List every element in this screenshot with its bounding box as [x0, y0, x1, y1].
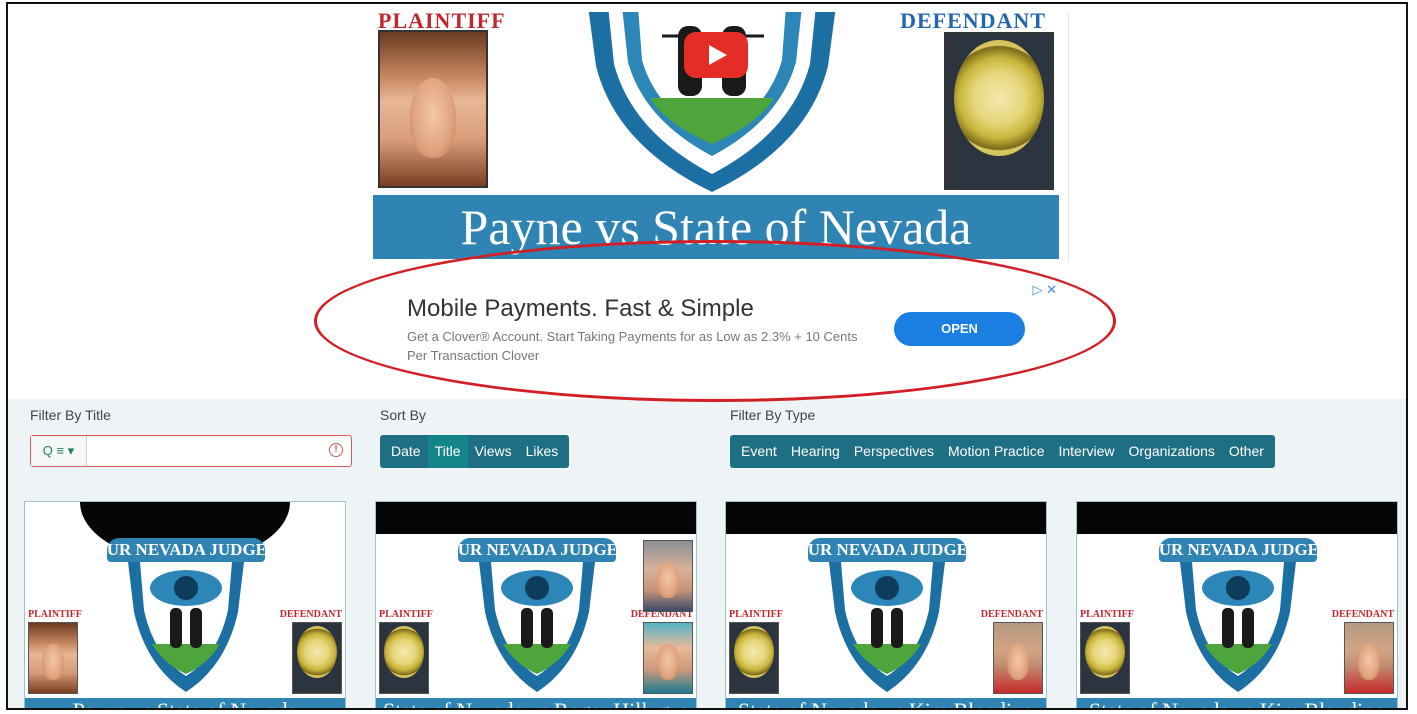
card-brand: OUR NEVADA JUDGES	[794, 540, 978, 559]
defendant-photo-thumb	[993, 622, 1043, 694]
video-card[interactable]: OUR NEVADA JUDGES PLAINTIFF DEFENDANT St…	[375, 501, 697, 708]
defendant-seal-thumb	[292, 622, 342, 694]
sort-by-label: Sort By	[380, 407, 426, 423]
defendant-photo-thumb	[643, 540, 693, 612]
hero-title-banner: Payne vs State of Nevada	[373, 195, 1059, 259]
type-interview-button[interactable]: Interview	[1051, 435, 1121, 468]
type-other-button[interactable]: Other	[1222, 435, 1271, 468]
type-motion-practice-button[interactable]: Motion Practice	[941, 435, 1051, 468]
video-card[interactable]: OUR NEVADA JUDGES PLAINTIFF DEFENDANT Pa…	[24, 501, 346, 708]
plaintiff-seal-thumb	[1080, 622, 1130, 694]
type-hearing-button[interactable]: Hearing	[784, 435, 847, 468]
type-filter-group: Event Hearing Perspectives Motion Practi…	[730, 435, 1275, 468]
type-organizations-button[interactable]: Organizations	[1122, 435, 1222, 468]
card-title[interactable]: State of Nevada vs Kim Blandino	[1077, 698, 1397, 708]
sort-date-button[interactable]: Date	[384, 435, 428, 468]
card-plaintiff-label: PLAINTIFF	[729, 609, 783, 620]
title-search-input[interactable]: Q ≡ ▾ !	[30, 435, 352, 467]
card-plaintiff-label: PLAINTIFF	[28, 609, 82, 620]
card-plaintiff-label: PLAINTIFF	[379, 609, 433, 620]
youtube-play-icon[interactable]	[684, 32, 748, 78]
card-top-bar	[1077, 502, 1397, 534]
defendant-photo-thumb	[1344, 622, 1394, 694]
sort-button-group: Date Title Views Likes	[380, 435, 570, 468]
judges-eye-shield-icon	[479, 562, 595, 692]
card-title[interactable]: Payne vs State of Nevada	[25, 698, 345, 708]
card-top-bar	[376, 502, 696, 534]
type-event-button[interactable]: Event	[734, 435, 784, 468]
filter-by-title-label: Filter By Title	[30, 407, 111, 423]
card-plaintiff-label: PLAINTIFF	[1080, 609, 1134, 620]
ad-description: Get a Clover® Account. Start Taking Paym…	[407, 329, 858, 363]
ad-title[interactable]: Mobile Payments. Fast & Simple	[407, 295, 754, 323]
sort-title-button[interactable]: Title	[427, 435, 468, 468]
search-mode-dropdown[interactable]: Q ≡ ▾	[31, 436, 87, 466]
ad-choices-close-icon[interactable]: ▷ ✕	[1032, 282, 1057, 298]
card-defendant-label: DEFENDANT	[279, 609, 342, 620]
defendant-photo-thumb	[643, 622, 693, 694]
card-defendant-label: DEFENDANT	[980, 609, 1043, 620]
card-top-bar	[726, 502, 1046, 534]
card-brand: OUR NEVADA JUDGES	[1145, 540, 1329, 559]
sort-views-button[interactable]: Views	[468, 435, 519, 468]
plaintiff-photo	[378, 30, 488, 188]
video-card[interactable]: OUR NEVADA JUDGES PLAINTIFF DEFENDANT St…	[1076, 501, 1398, 708]
advertisement[interactable]: Mobile Payments. Fast & Simple Get a Clo…	[373, 279, 1061, 379]
type-perspectives-button[interactable]: Perspectives	[847, 435, 941, 468]
ad-open-button[interactable]: OPEN	[894, 312, 1025, 346]
sort-likes-button[interactable]: Likes	[519, 435, 566, 468]
defendant-seal-photo	[944, 32, 1054, 190]
judges-eye-shield-icon	[128, 562, 244, 692]
plaintiff-seal-thumb	[379, 622, 429, 694]
plaintiff-seal-thumb	[729, 622, 779, 694]
validation-warning-icon: !	[329, 443, 343, 457]
card-title[interactable]: State of Nevada vs Kim Blandino	[726, 698, 1046, 708]
featured-video[interactable]: PLAINTIFF DEFENDANT Payne vs State of Ne…	[356, 12, 1069, 262]
hero-defendant-label: DEFENDANT	[900, 12, 1046, 33]
filter-by-type-label: Filter By Type	[730, 407, 816, 423]
video-card[interactable]: OUR NEVADA JUDGES PLAINTIFF DEFENDANT St…	[725, 501, 1047, 708]
card-defendant-label: DEFENDANT	[1331, 609, 1394, 620]
judges-eye-shield-icon	[829, 562, 945, 692]
plaintiff-thumb	[28, 622, 78, 694]
page-frame: PLAINTIFF DEFENDANT Payne vs State of Ne…	[6, 2, 1408, 710]
judges-eye-shield-icon	[1180, 562, 1296, 692]
card-title[interactable]: State of Nevada vs Roger Hillygus	[376, 698, 696, 708]
card-brand: OUR NEVADA JUDGES	[93, 540, 277, 559]
